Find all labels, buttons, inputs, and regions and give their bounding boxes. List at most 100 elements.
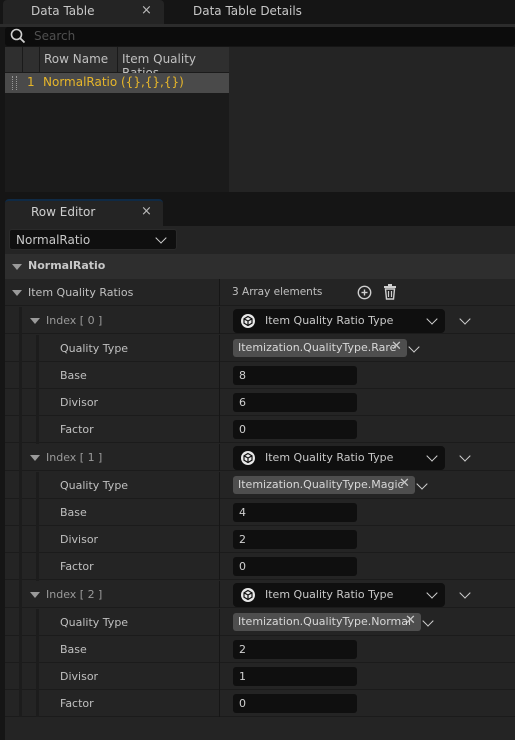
category-header[interactable]: NormalRatio <box>5 254 515 279</box>
close-icon[interactable]: × <box>141 3 152 18</box>
property-label: Divisor <box>60 396 99 409</box>
row-selector-dropdown[interactable]: NormalRatio <box>9 229 177 250</box>
element-options-chevron-icon[interactable] <box>459 450 471 462</box>
tab-row-editor-label: Row Editor <box>31 205 96 219</box>
factor-value: 0 <box>239 560 246 573</box>
gameplay-tag-pill[interactable]: Itemization.QualityType.Normal ✕ <box>233 613 421 631</box>
property-label: Base <box>60 643 87 656</box>
chevron-down-icon <box>155 232 167 244</box>
struct-icon <box>241 314 255 328</box>
base-input[interactable]: 4 <box>233 503 357 522</box>
tag-dropdown-chevron-icon[interactable] <box>422 615 434 627</box>
add-circle-icon[interactable] <box>357 285 372 300</box>
remove-tag-icon[interactable]: ✕ <box>391 339 402 354</box>
tab-data-table-label: Data Table <box>31 4 95 18</box>
element-options-chevron-icon[interactable] <box>459 587 471 599</box>
property-label: Divisor <box>60 670 99 683</box>
factor-value: 0 <box>239 423 246 436</box>
array-count: 3 Array elements <box>232 286 323 298</box>
element-options-chevron-icon[interactable] <box>459 313 471 325</box>
index-label: Index [ 1 ] <box>46 451 103 464</box>
tab-row-editor[interactable]: Row Editor × <box>5 199 163 226</box>
struct-type-dropdown[interactable]: Item Quality Ratio Type <box>233 583 445 607</box>
factor-row: Factor 0 <box>5 690 515 717</box>
tab-data-table-details[interactable]: Data Table Details <box>193 4 302 18</box>
indent-guide <box>36 472 39 581</box>
tag-dropdown-chevron-icon[interactable] <box>416 478 428 490</box>
base-input[interactable]: 8 <box>233 366 357 385</box>
search-input[interactable]: Search <box>5 27 515 46</box>
collapse-arrow-icon[interactable] <box>30 592 40 598</box>
collapse-arrow-icon[interactable] <box>12 264 22 270</box>
property-label: Factor <box>60 560 94 573</box>
base-value: 8 <box>239 369 246 382</box>
array-element-header: Index [ 2 ] Item Quality Ratio Type <box>5 581 515 608</box>
divisor-value: 6 <box>239 396 246 409</box>
divisor-input[interactable]: 6 <box>233 393 357 412</box>
indent-guide <box>36 335 39 444</box>
table-row[interactable]: 1 NormalRatio ({},{},{}) <box>5 73 229 93</box>
collapse-arrow-icon[interactable] <box>30 455 40 461</box>
quality-type-row: Quality Type Itemization.QualityType.Nor… <box>5 609 515 636</box>
struct-icon <box>241 451 255 465</box>
tab-data-table[interactable]: Data Table × <box>3 0 164 24</box>
drag-handle-icon[interactable] <box>12 76 17 90</box>
row-name-cell: NormalRatio <box>43 75 118 89</box>
search-icon <box>10 28 26 44</box>
factor-input[interactable]: 0 <box>233 557 357 576</box>
factor-input[interactable]: 0 <box>233 420 357 439</box>
base-value: 2 <box>239 643 246 656</box>
struct-type-label: Item Quality Ratio Type <box>265 314 394 327</box>
divisor-value: 1 <box>239 670 246 683</box>
factor-input[interactable]: 0 <box>233 694 357 713</box>
row-index: 1 <box>27 75 35 89</box>
column-header-row-name[interactable]: Row Name <box>44 52 108 66</box>
index-label: Index [ 0 ] <box>46 314 103 327</box>
gameplay-tag-value: Itemization.QualityType.Magic <box>238 478 404 491</box>
tag-dropdown-chevron-icon[interactable] <box>408 341 420 353</box>
index-label: Index [ 2 ] <box>46 588 103 601</box>
property-label: Factor <box>60 423 94 436</box>
remove-tag-icon[interactable]: ✕ <box>399 476 410 491</box>
array-property-row: Item Quality Ratios 3 Array elements <box>5 279 515 306</box>
chevron-down-icon <box>426 450 438 462</box>
divisor-value: 2 <box>239 533 246 546</box>
collapse-arrow-icon[interactable] <box>12 290 22 296</box>
divisor-row: Divisor 2 <box>5 526 515 553</box>
search-placeholder: Search <box>34 29 76 43</box>
factor-row: Factor 0 <box>5 416 515 443</box>
struct-icon <box>241 588 255 602</box>
close-icon[interactable]: × <box>141 204 152 219</box>
struct-type-dropdown[interactable]: Item Quality Ratio Type <box>233 309 445 333</box>
struct-type-dropdown[interactable]: Item Quality Ratio Type <box>233 446 445 470</box>
gameplay-tag-value: Itemization.QualityType.Rare <box>238 341 397 354</box>
chevron-down-icon <box>426 587 438 599</box>
property-label: Base <box>60 506 87 519</box>
property-label: Base <box>60 369 87 382</box>
trash-icon[interactable] <box>383 284 397 300</box>
base-row: Base 8 <box>5 362 515 389</box>
divisor-input[interactable]: 2 <box>233 530 357 549</box>
array-element-header: Index [ 0 ] Item Quality Ratio Type <box>5 307 515 334</box>
property-label: Factor <box>60 697 94 710</box>
indent-guide <box>36 609 39 717</box>
property-label: Divisor <box>60 533 99 546</box>
base-input[interactable]: 2 <box>233 640 357 659</box>
collapse-arrow-icon[interactable] <box>30 318 40 324</box>
indent-guide <box>19 307 22 717</box>
gameplay-tag-value: Itemization.QualityType.Normal <box>238 615 412 628</box>
property-label: Quality Type <box>60 479 129 492</box>
gameplay-tag-pill[interactable]: Itemization.QualityType.Magic ✕ <box>233 476 415 494</box>
table-empty-area <box>229 47 515 192</box>
quality-type-row: Quality Type Itemization.QualityType.Mag… <box>5 472 515 499</box>
property-label: Item Quality Ratios <box>28 286 134 299</box>
remove-tag-icon[interactable]: ✕ <box>405 613 416 628</box>
quality-type-row: Quality Type Itemization.QualityType.Rar… <box>5 335 515 362</box>
base-value: 4 <box>239 506 246 519</box>
struct-type-label: Item Quality Ratio Type <box>265 451 394 464</box>
gameplay-tag-pill[interactable]: Itemization.QualityType.Rare ✕ <box>233 339 407 357</box>
array-element-header: Index [ 1 ] Item Quality Ratio Type <box>5 444 515 471</box>
table-header: Row Name Item Quality Ratios <box>5 47 229 80</box>
selected-row-value: NormalRatio <box>16 233 91 247</box>
divisor-input[interactable]: 1 <box>233 667 357 686</box>
